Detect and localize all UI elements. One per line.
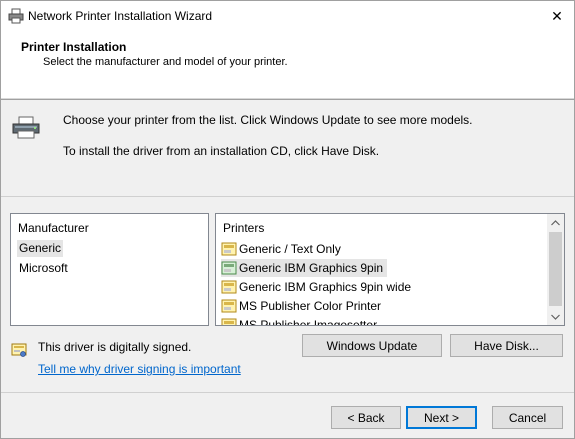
close-icon: ✕ [551, 7, 563, 24]
printer-item-label: Generic / Text Only [239, 242, 341, 256]
chevron-up-icon [551, 219, 560, 225]
driver-signing-link[interactable]: Tell me why driver signing is important [38, 362, 241, 376]
printer-item-icon [221, 318, 237, 325]
printer-item-icon [221, 261, 237, 275]
printer-graphic-icon [11, 115, 41, 141]
printers-list[interactable]: Printers Generic / Text Only Generic IBM… [215, 213, 565, 326]
printer-item-icon [221, 299, 237, 313]
next-button[interactable]: Next > [406, 406, 477, 429]
scroll-down-button[interactable] [547, 308, 564, 325]
certificate-icon [11, 342, 27, 358]
printer-item[interactable]: Generic IBM Graphics 9pin wide [221, 278, 415, 296]
have-disk-button[interactable]: Have Disk... [450, 334, 563, 357]
printer-item-icon [221, 242, 237, 256]
printer-item-label: Generic IBM Graphics 9pin [239, 261, 384, 275]
printer-item-label: Generic IBM Graphics 9pin wide [239, 280, 412, 294]
content-divider [1, 196, 574, 197]
wizard-window: Network Printer Installation Wizard ✕ Pr… [0, 0, 575, 439]
page-subtitle: Select the manufacturer and model of you… [43, 56, 288, 68]
back-button[interactable]: < Back [331, 406, 401, 429]
printer-item[interactable]: MS Publisher Color Printer [221, 297, 385, 315]
wizard-header: Printer Installation Select the manufact… [1, 31, 574, 99]
scroll-thumb[interactable] [549, 232, 562, 306]
page-title: Printer Installation [21, 40, 127, 54]
printers-scrollbar[interactable] [547, 214, 564, 325]
printer-item[interactable]: MS Publisher Imagesetter [221, 316, 381, 326]
scroll-up-button[interactable] [547, 214, 564, 231]
printer-item[interactable]: Generic / Text Only [221, 240, 345, 258]
printer-item-label: MS Publisher Imagesetter [239, 318, 378, 326]
printer-item[interactable]: Generic IBM Graphics 9pin [221, 259, 388, 277]
manufacturer-list[interactable]: Manufacturer Generic Microsoft [10, 213, 209, 326]
printers-header: Printers [223, 221, 265, 235]
close-button[interactable]: ✕ [540, 1, 574, 31]
manufacturer-header: Manufacturer [18, 221, 89, 235]
intro-cd-text: To install the driver from an installati… [63, 144, 380, 158]
chevron-down-icon [551, 314, 560, 320]
cancel-button[interactable]: Cancel [492, 406, 563, 429]
printer-item-icon [221, 280, 237, 294]
window-title: Network Printer Installation Wizard [28, 9, 213, 23]
manufacturer-item-generic[interactable]: Generic [17, 240, 64, 257]
title-bar: Network Printer Installation Wizard ✕ [1, 1, 574, 31]
printer-icon [8, 8, 24, 24]
windows-update-button[interactable]: Windows Update [302, 334, 442, 357]
header-divider [1, 99, 574, 100]
signing-status: This driver is digitally signed. [38, 340, 192, 354]
printer-item-label: MS Publisher Color Printer [239, 299, 382, 313]
manufacturer-item-microsoft[interactable]: Microsoft [17, 260, 70, 277]
intro-text: Choose your printer from the list. Click… [63, 113, 473, 127]
footer-divider [1, 392, 574, 393]
